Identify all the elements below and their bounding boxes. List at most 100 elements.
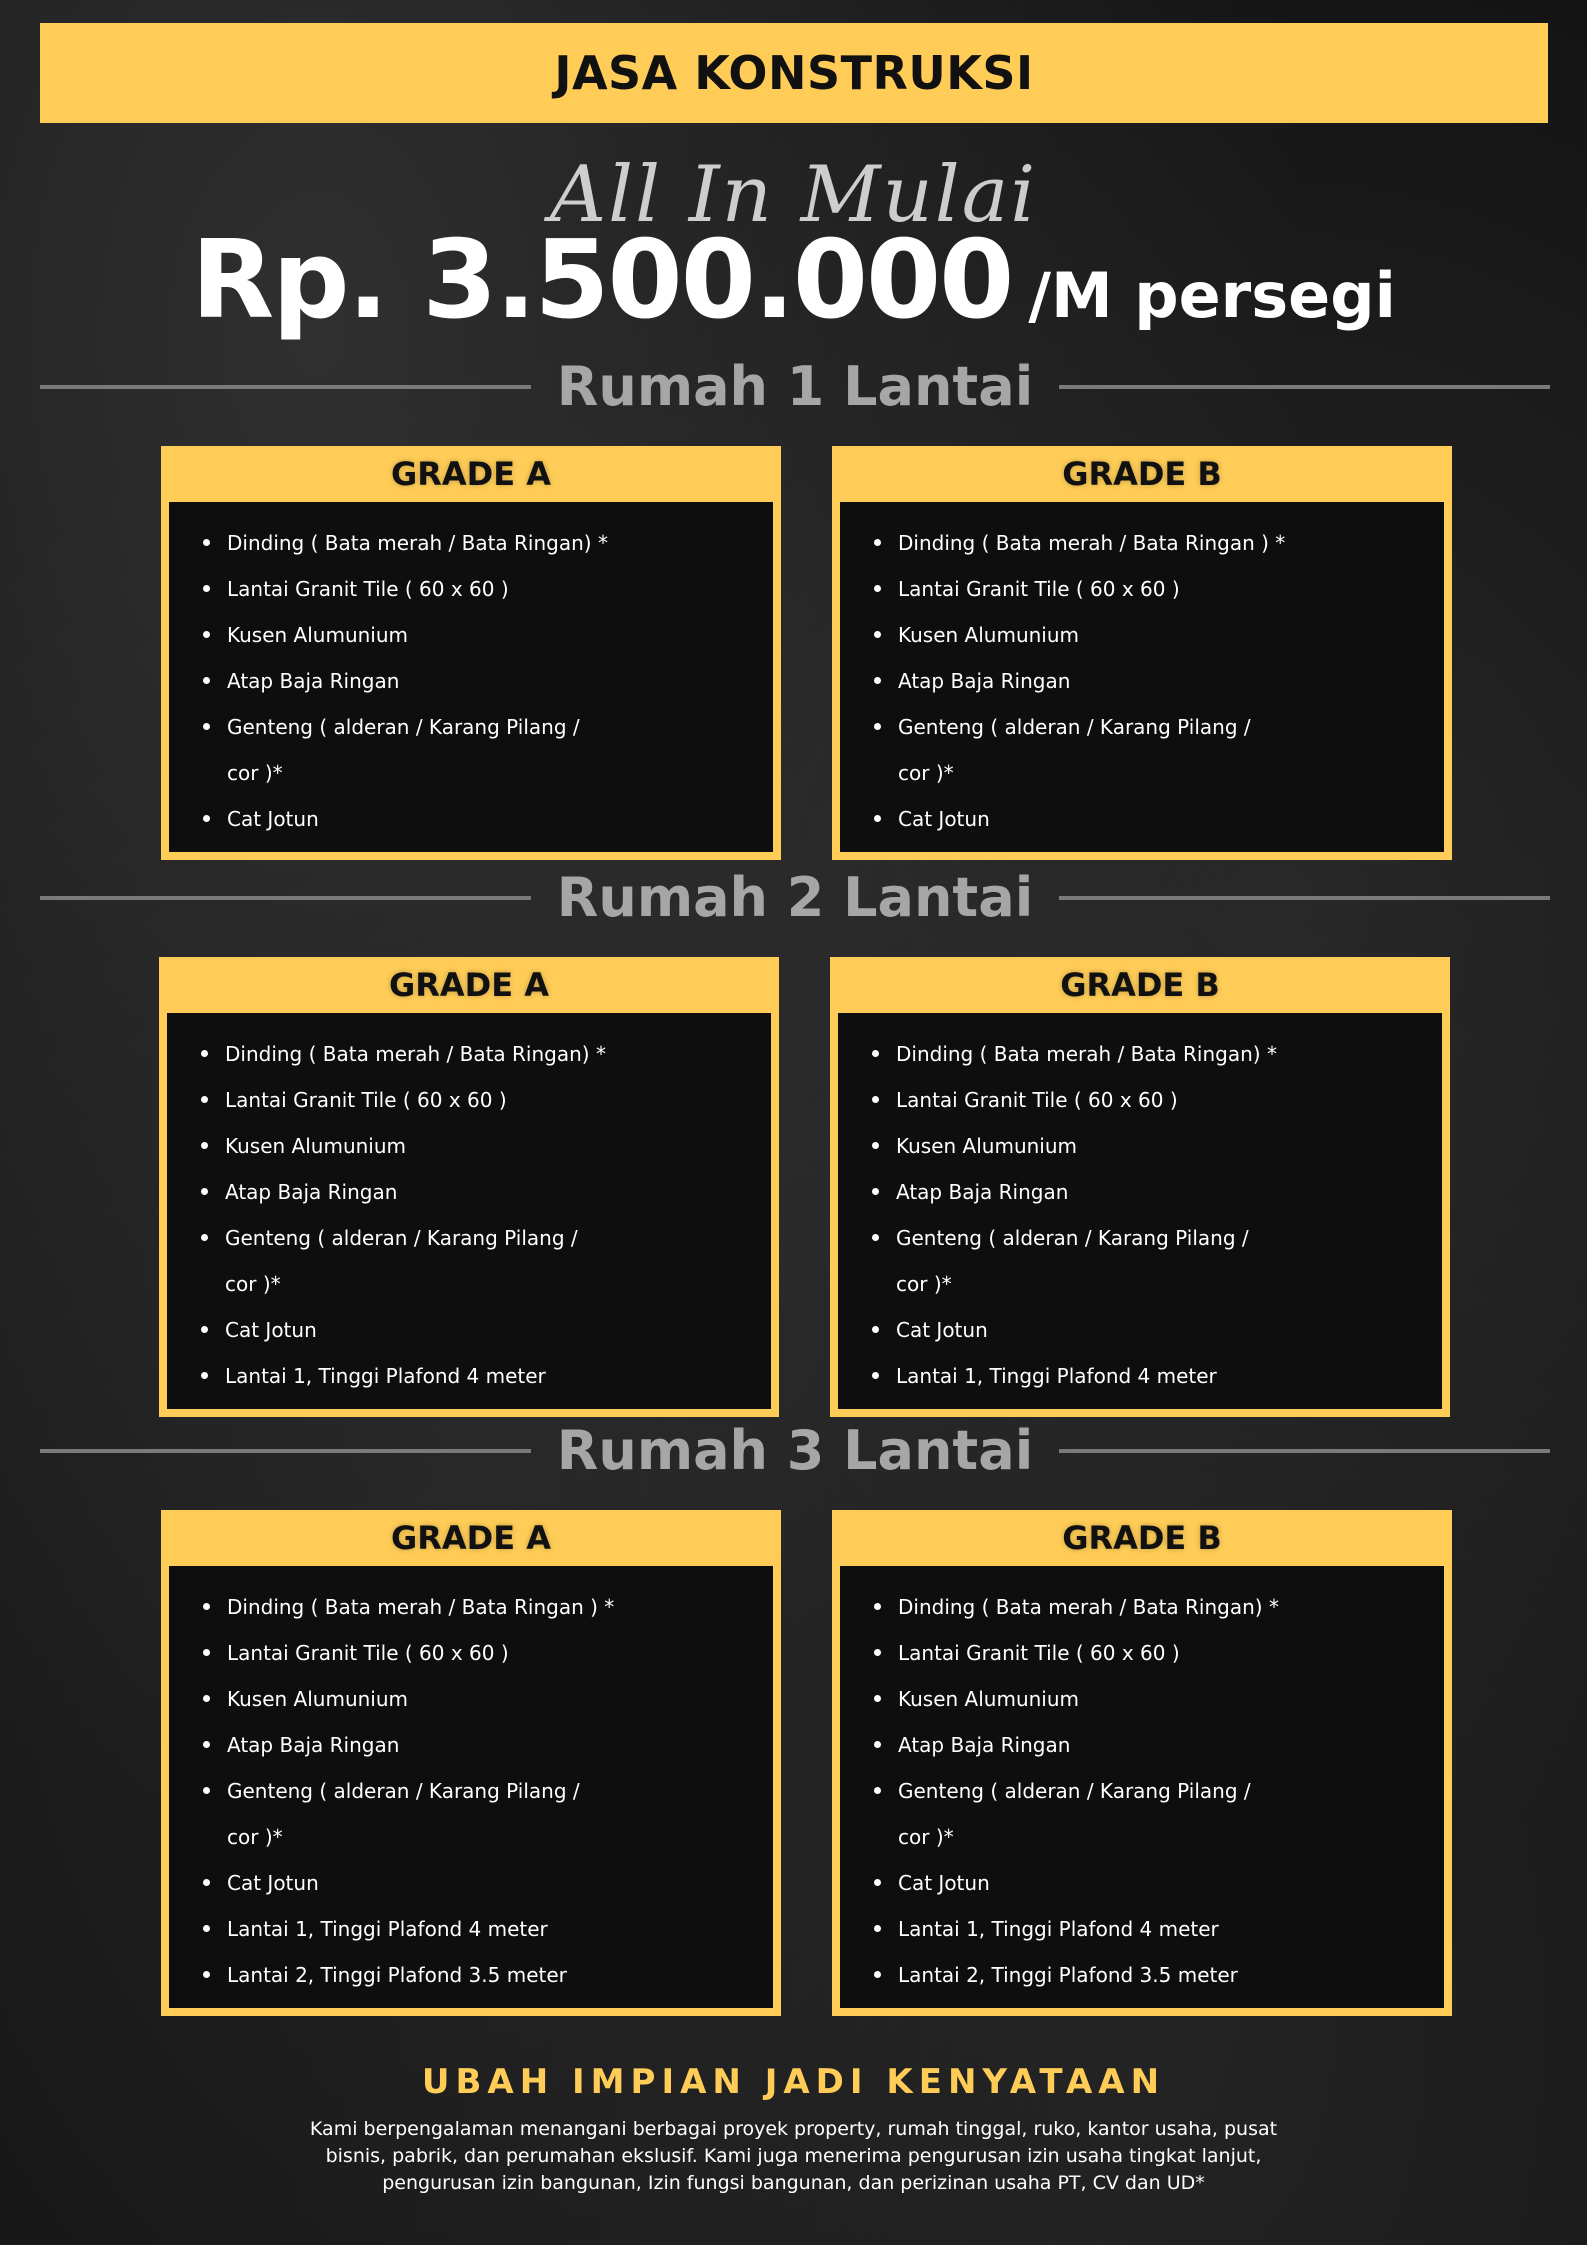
list-item: Lantai 1, Tinggi Plafond 4 meter <box>201 1353 771 1399</box>
list-item: Cat Jotun <box>203 796 773 842</box>
bullet-icon <box>872 1188 879 1195</box>
list-item: Cat Jotun <box>874 1860 1444 1906</box>
list-item: Genteng ( alderan / Karang Pilang / <box>203 704 773 750</box>
list-item: Cat Jotun <box>874 796 1444 842</box>
list-item: Lantai Granit Tile ( 60 x 60 ) <box>203 1630 773 1676</box>
bullet-icon <box>874 1695 881 1702</box>
list-item: Atap Baja Ringan <box>872 1169 1442 1215</box>
bullet-icon <box>203 1971 210 1978</box>
bullet-icon <box>201 1372 208 1379</box>
card-grade-label: GRADE B <box>1062 455 1222 493</box>
list-item-text: Cat Jotun <box>898 807 990 831</box>
bullet-icon <box>203 677 210 684</box>
list-item: Kusen Alumunium <box>872 1123 1442 1169</box>
hero-price: Rp. 3.500.000/M persegi <box>0 218 1587 343</box>
bullet-icon <box>874 1879 881 1886</box>
price-value: Rp. 3.500.000 <box>191 218 1014 343</box>
bullet-icon <box>872 1234 879 1241</box>
list-item-text: Lantai Granit Tile ( 60 x 60 ) <box>898 1641 1180 1665</box>
list-item-text: Cat Jotun <box>227 1871 319 1895</box>
bullet-icon <box>874 539 881 546</box>
card-grade-label: GRADE A <box>389 966 549 1004</box>
list-item: cor )* <box>898 750 1444 796</box>
section-heading-rumah-1-lantai: Rumah 1 Lantai <box>40 355 1550 418</box>
bullet-icon <box>203 1741 210 1748</box>
divider-line <box>40 1448 531 1453</box>
list-item: Lantai Granit Tile ( 60 x 60 ) <box>203 566 773 612</box>
list-item-text: Lantai 1, Tinggi Plafond 4 meter <box>227 1917 548 1941</box>
list-item-text: Cat Jotun <box>225 1318 317 1342</box>
list-item: cor )* <box>225 1261 771 1307</box>
list-item-text: Dinding ( Bata merah / Bata Ringan) * <box>227 531 608 555</box>
footer-description: Kami berpengalaman menangani berbagai pr… <box>309 2118 1278 2194</box>
bullet-icon <box>874 1649 881 1656</box>
bullet-icon <box>874 1925 881 1932</box>
list-item: cor )* <box>227 1814 773 1860</box>
card-grade-label: GRADE B <box>1062 1519 1222 1557</box>
list-item-text: Kusen Alumunium <box>225 1134 407 1158</box>
bullet-icon <box>874 631 881 638</box>
list-item-text: Dinding ( Bata merah / Bata Ringan ) * <box>898 531 1286 555</box>
list-item: Lantai Granit Tile ( 60 x 60 ) <box>872 1077 1442 1123</box>
list-item-text: Atap Baja Ringan <box>227 1733 400 1757</box>
bullet-icon <box>201 1188 208 1195</box>
list-item: Kusen Alumunium <box>203 612 773 658</box>
card-body: Dinding ( Bata merah / Bata Ringan) * Lan… <box>167 1013 771 1409</box>
list-item-text: Lantai 1, Tinggi Plafond 4 meter <box>898 1917 1219 1941</box>
section-title: Rumah 1 Lantai <box>556 355 1034 418</box>
list-item: Atap Baja Ringan <box>203 1722 773 1768</box>
list-item-text: Lantai 1, Tinggi Plafond 4 meter <box>225 1364 546 1388</box>
bullet-icon <box>872 1096 879 1103</box>
list-item: Atap Baja Ringan <box>874 658 1444 704</box>
list-item: Dinding ( Bata merah / Bata Ringan ) * <box>874 520 1444 566</box>
list-item-text: Genteng ( alderan / Karang Pilang / <box>227 715 580 739</box>
bullet-icon <box>203 1925 210 1932</box>
list-item-text: Kusen Alumunium <box>898 623 1080 647</box>
footer-heading: UBAH IMPIAN JADI KENYATAAN <box>421 2062 1166 2102</box>
divider-line <box>1059 895 1550 900</box>
list-item-text: Lantai 2, Tinggi Plafond 3.5 meter <box>227 1963 567 1987</box>
card-body: Dinding ( Bata merah / Bata Ringan ) * La… <box>840 502 1444 852</box>
bullet-icon <box>201 1050 208 1057</box>
bullet-icon <box>201 1234 208 1241</box>
bullet-icon <box>203 631 210 638</box>
card-body: Dinding ( Bata merah / Bata Ringan ) * La… <box>169 1566 773 2008</box>
card-rumah-2-grade-a: GRADE A Dinding ( Bata merah / Bata Ring… <box>159 957 779 1417</box>
list-item: Kusen Alumunium <box>874 1676 1444 1722</box>
list-item-text: Kusen Alumunium <box>898 1687 1080 1711</box>
card-body: Dinding ( Bata merah / Bata Ringan) * Lan… <box>840 1566 1444 2008</box>
bullet-icon <box>203 1649 210 1656</box>
list-item-text: Dinding ( Bata merah / Bata Ringan) * <box>896 1042 1277 1066</box>
bullet-icon <box>872 1050 879 1057</box>
list-item-text: Atap Baja Ringan <box>896 1180 1069 1204</box>
bullet-icon <box>874 1787 881 1794</box>
list-item: Lantai Granit Tile ( 60 x 60 ) <box>874 566 1444 612</box>
bullet-icon <box>203 1879 210 1886</box>
list-item-text: Lantai Granit Tile ( 60 x 60 ) <box>227 577 509 601</box>
list-item: Cat Jotun <box>201 1307 771 1353</box>
bullet-icon <box>872 1372 879 1379</box>
divider-line <box>1059 1448 1550 1453</box>
list-item: Lantai 1, Tinggi Plafond 4 meter <box>874 1906 1444 1952</box>
list-item: Lantai Granit Tile ( 60 x 60 ) <box>201 1077 771 1123</box>
list-item: Kusen Alumunium <box>201 1123 771 1169</box>
bullet-icon <box>203 539 210 546</box>
list-item: Dinding ( Bata merah / Bata Ringan) * <box>201 1031 771 1077</box>
bullet-icon <box>874 585 881 592</box>
list-item: Genteng ( alderan / Karang Pilang / <box>874 1768 1444 1814</box>
list-item: Kusen Alumunium <box>203 1676 773 1722</box>
list-item: Cat Jotun <box>203 1860 773 1906</box>
list-item-text: Lantai Granit Tile ( 60 x 60 ) <box>225 1088 507 1112</box>
card-grade-label: GRADE A <box>391 455 551 493</box>
list-item: Cat Jotun <box>872 1307 1442 1353</box>
list-item-text: Lantai Granit Tile ( 60 x 60 ) <box>898 577 1180 601</box>
list-item-text: Atap Baja Ringan <box>898 669 1071 693</box>
list-item-text: Kusen Alumunium <box>227 1687 409 1711</box>
list-item-text: Genteng ( alderan / Karang Pilang / <box>898 715 1251 739</box>
list-item-text: Lantai Granit Tile ( 60 x 60 ) <box>227 1641 509 1665</box>
list-item-text: Cat Jotun <box>896 1318 988 1342</box>
list-item-text: Lantai 2, Tinggi Plafond 3.5 meter <box>898 1963 1238 1987</box>
bullet-icon <box>874 1971 881 1978</box>
list-item-text: Atap Baja Ringan <box>227 669 400 693</box>
bullet-icon <box>874 815 881 822</box>
